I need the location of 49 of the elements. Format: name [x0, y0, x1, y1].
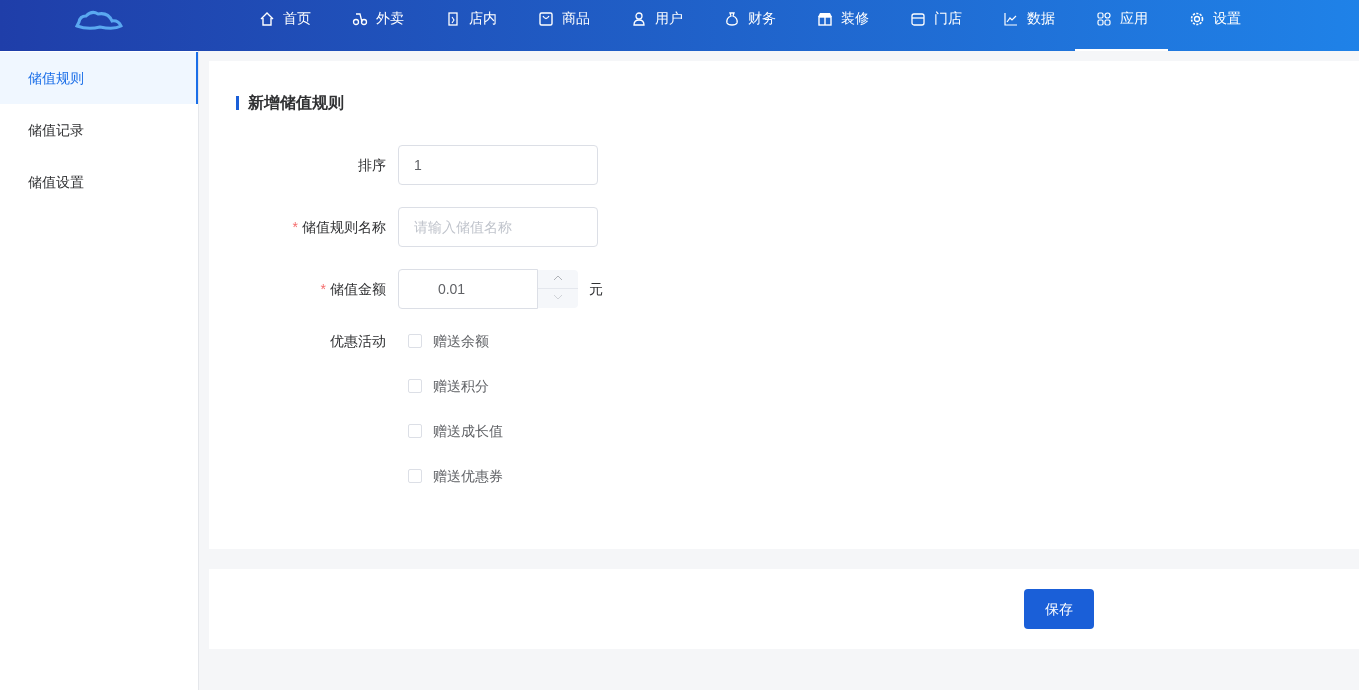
save-button[interactable]: 保存 — [1024, 589, 1094, 629]
shop-icon — [909, 10, 926, 27]
field-label: 排序 — [358, 155, 386, 175]
nav-tab[interactable]: 装修 — [796, 0, 889, 51]
up-caret-icon[interactable] — [553, 275, 563, 281]
down-caret-icon[interactable] — [553, 294, 563, 300]
nav-tab[interactable]: 应用 — [1075, 0, 1168, 51]
field-label: 储值规则名称 — [302, 217, 386, 237]
settings-icon — [1188, 10, 1205, 27]
nav-tab[interactable]: 首页 — [238, 0, 331, 51]
unit-label: 元 — [589, 279, 603, 299]
sidebar-item[interactable]: 储值设置 — [0, 156, 198, 208]
sidebar-item[interactable]: 储值记录 — [0, 104, 198, 156]
chart-icon — [1002, 10, 1019, 27]
money-bag-icon — [723, 10, 740, 27]
grid-icon — [1095, 10, 1112, 27]
nav-tab[interactable]: 用户 — [610, 0, 703, 51]
checkbox[interactable] — [408, 379, 422, 393]
field-label: 优惠活动 — [330, 331, 386, 351]
nav-tab[interactable]: 商品 — [517, 0, 610, 51]
checkbox-label: 赠送优惠券 — [433, 466, 503, 486]
nav-tab[interactable]: 店内 — [424, 0, 517, 51]
sidebar-item[interactable]: 储值规则 — [0, 52, 198, 104]
text-input[interactable]: 请输入储值名称 — [398, 207, 598, 247]
storefront-icon — [816, 10, 833, 27]
checkbox-label: 赠送积分 — [433, 376, 489, 396]
home-icon — [258, 10, 275, 27]
checkbox-label: 赠送成长值 — [433, 421, 503, 441]
user-icon — [630, 10, 647, 27]
number-stepper[interactable] — [538, 270, 578, 308]
title-accent-bar — [236, 96, 239, 110]
field-label: 储值金额 — [330, 279, 386, 299]
cloud-logo-icon — [74, 8, 124, 32]
required-asterisk: * — [320, 279, 326, 299]
checkbox[interactable] — [408, 424, 422, 438]
form-title: 新增储值规则 — [248, 93, 344, 113]
nav-tab[interactable]: 财务 — [703, 0, 796, 51]
text-input[interactable]: 1 — [398, 145, 598, 185]
nav-tab[interactable]: 外卖 — [331, 0, 424, 51]
amount-input[interactable]: 0.01 — [398, 269, 538, 309]
checkbox[interactable] — [408, 334, 422, 348]
nav-tab[interactable]: 数据 — [982, 0, 1075, 51]
checkbox[interactable] — [408, 469, 422, 483]
nav-tab[interactable]: 门店 — [889, 0, 982, 51]
required-asterisk: * — [292, 217, 298, 237]
checkbox-label: 赠送余额 — [433, 331, 489, 351]
bag-icon — [537, 10, 554, 27]
nav-tab[interactable]: 设置 — [1168, 0, 1261, 51]
scooter-icon — [351, 10, 368, 27]
